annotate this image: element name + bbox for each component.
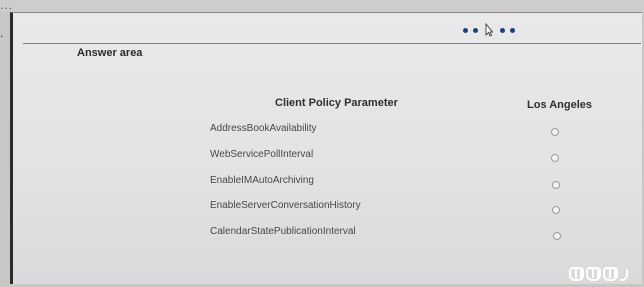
pagination-dots (463, 23, 515, 37)
pagination-dot[interactable] (500, 27, 505, 33)
column-header-city: Los Angeles (527, 99, 592, 111)
pagination-dot[interactable] (473, 27, 478, 33)
column-header-parameter: Client Policy Parameter (275, 97, 398, 109)
radio-button[interactable] (553, 232, 561, 240)
pagination-dot[interactable] (510, 27, 515, 33)
monitor-screen: Answer area Client Policy Parameter Los … (10, 12, 642, 284)
row-label: EnableIMAutoArchiving (210, 175, 314, 186)
row-label: WebServicePollInterval (210, 149, 314, 160)
radio-button[interactable] (552, 206, 560, 214)
radio-button[interactable] (551, 154, 559, 162)
watermark-logo-icon (569, 267, 628, 281)
row-label: CalendarStatePublicationInterval (210, 226, 356, 237)
radio-button[interactable] (552, 181, 560, 189)
row-label: EnableServerConversationHistory (210, 200, 361, 211)
pagination-dot[interactable] (463, 27, 468, 33)
row-label: AddressBookAvailability (210, 123, 317, 134)
cropped-text-fragment: ... (0, 0, 14, 12)
top-strip: ... (0, 0, 644, 12)
top-bar (23, 21, 641, 44)
radio-button[interactable] (551, 128, 559, 136)
answer-area-title: Answer area (77, 47, 143, 59)
mouse-cursor-icon (485, 23, 493, 37)
list-marker: . (0, 26, 4, 40)
